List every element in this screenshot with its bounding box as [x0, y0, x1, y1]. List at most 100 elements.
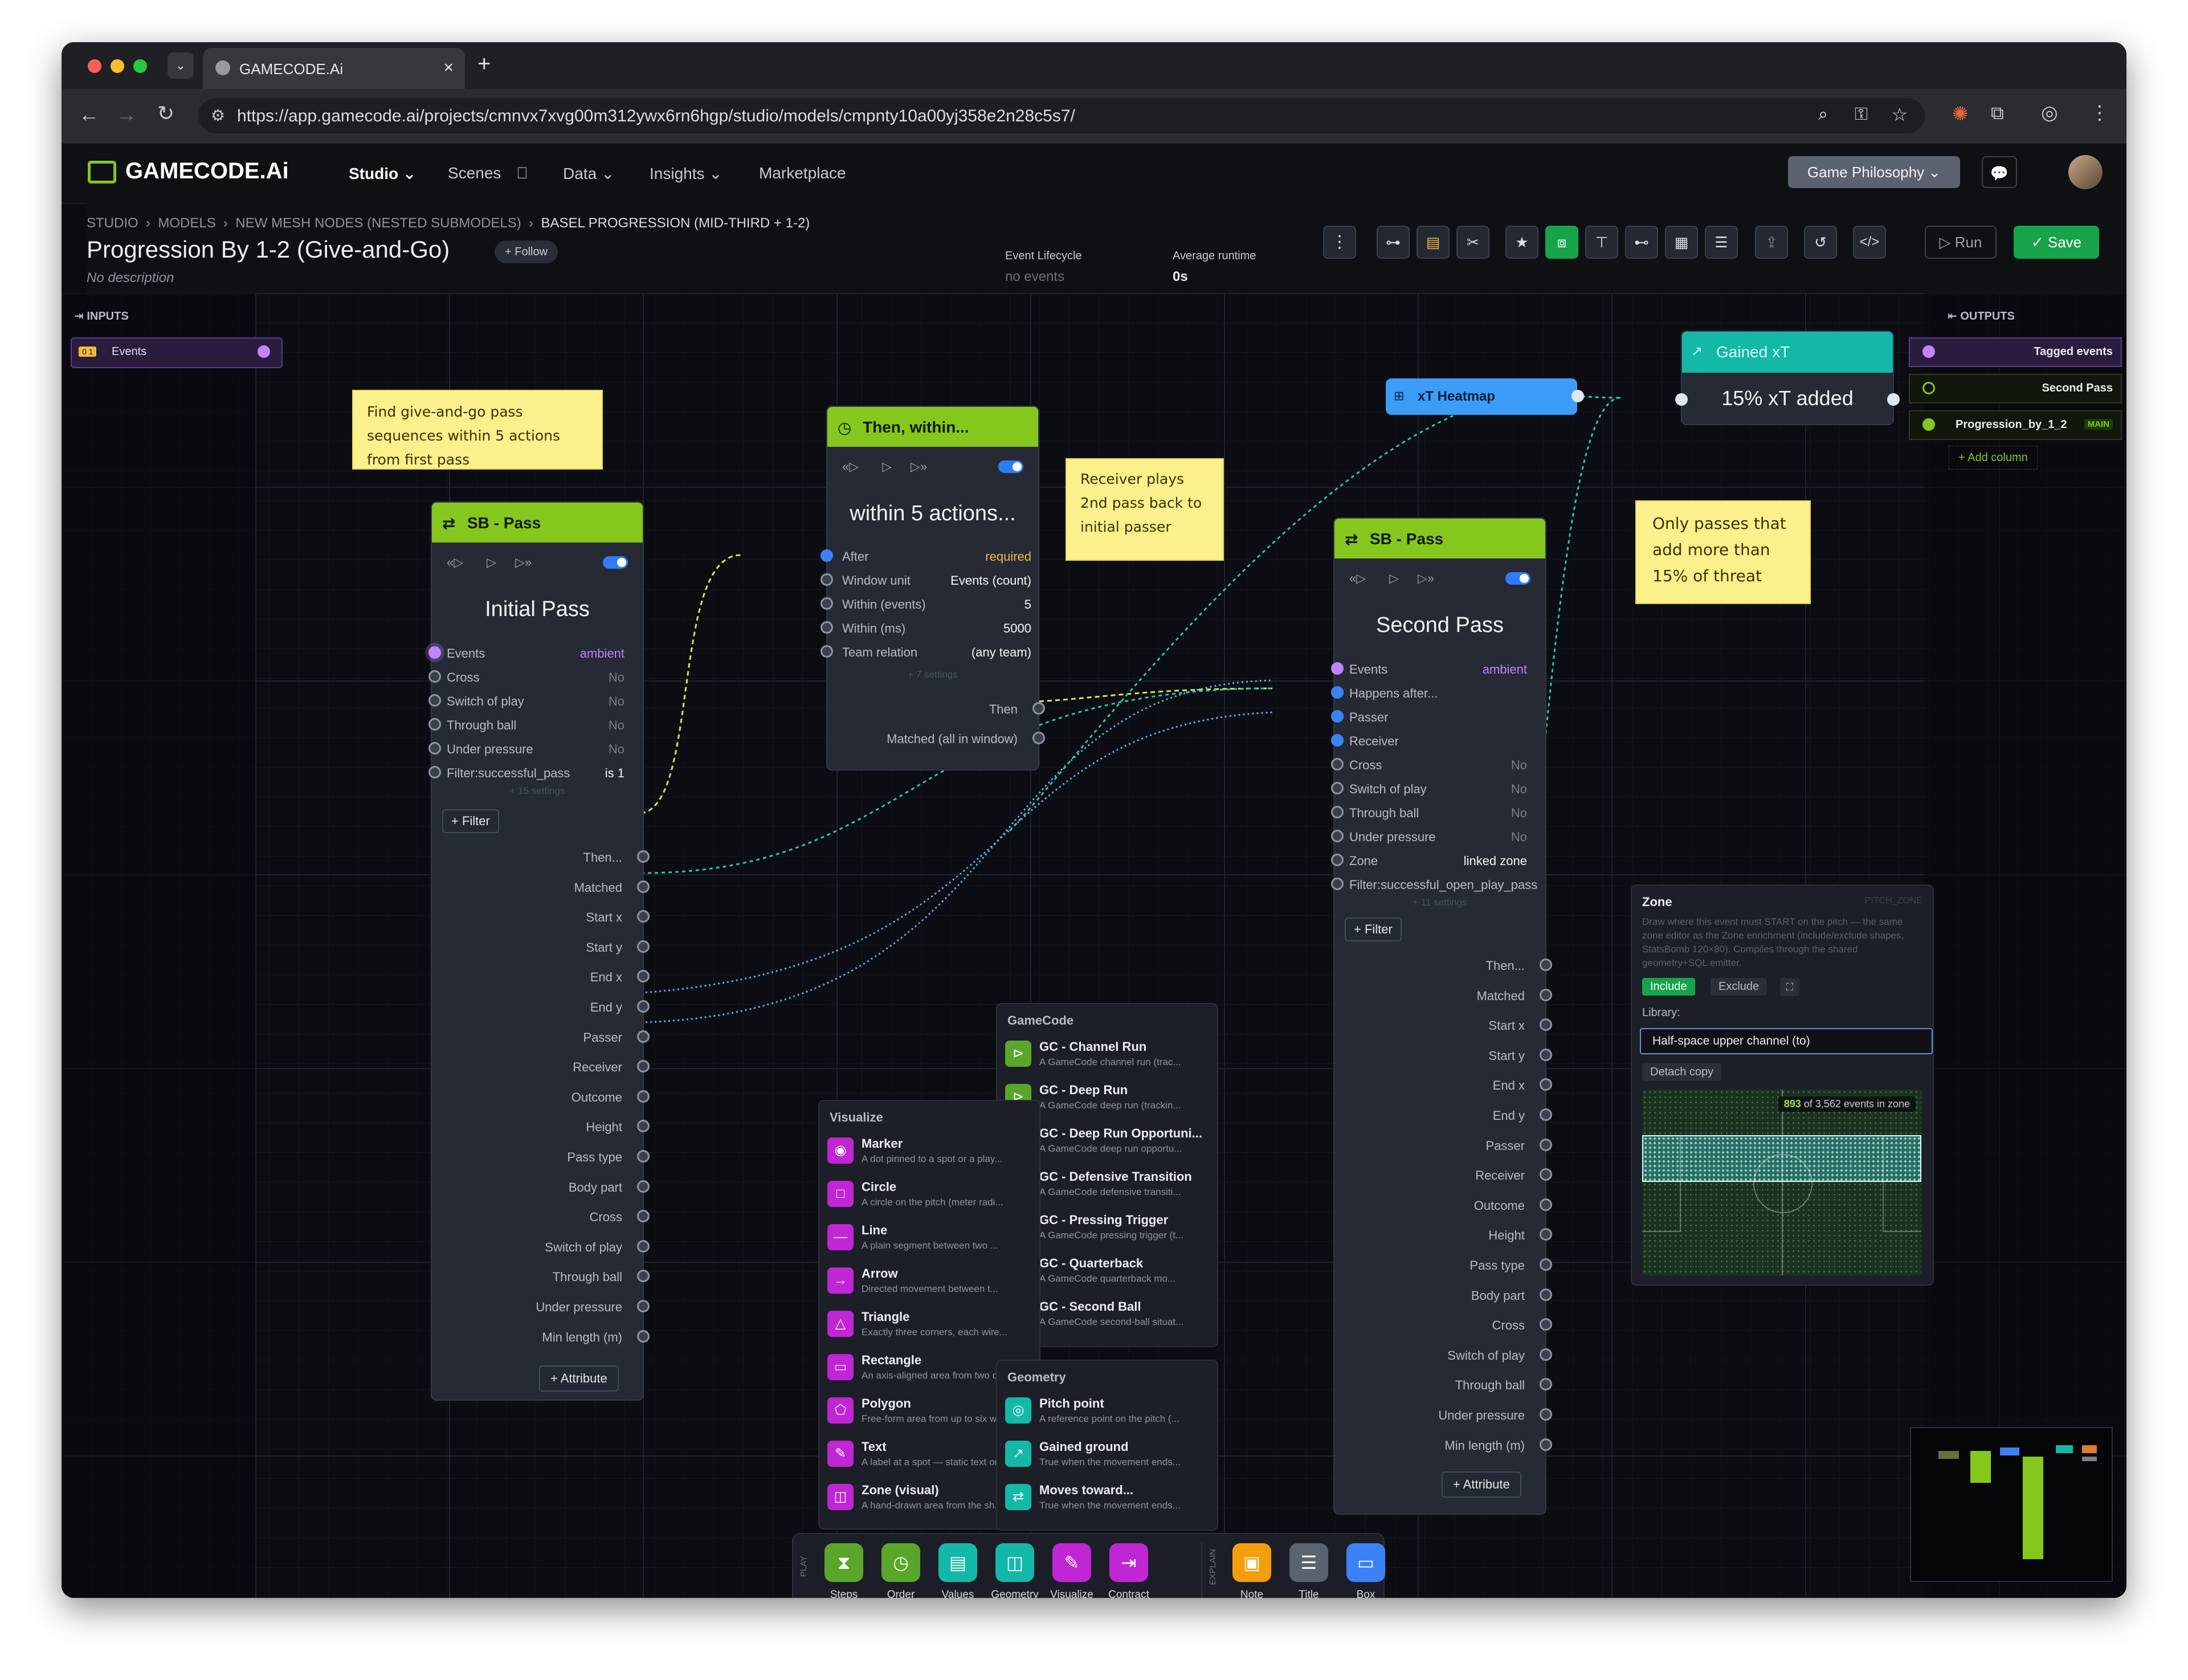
palette-item[interactable]: □ Circle A circle on the pitch (meter radi… — [819, 1176, 1039, 1216]
more-options-icon[interactable]: ⋮ — [1323, 226, 1356, 259]
minimap[interactable] — [1910, 1427, 2113, 1582]
node-icon[interactable]: ⊶ — [1377, 226, 1410, 259]
filter-port[interactable] — [1331, 710, 1344, 723]
graph-view-icon[interactable]: ⧈ — [1545, 226, 1578, 259]
palette-item[interactable]: △ Triangle Exactly three corners, each wir… — [819, 1306, 1039, 1346]
step-back-icon[interactable]: «▷ — [842, 459, 859, 474]
output-port[interactable] — [1540, 1108, 1552, 1121]
filter-row[interactable]: Switch of play No — [417, 688, 634, 712]
param-row[interactable]: After required — [820, 544, 1031, 568]
logo-text[interactable]: GAMECODE.Ai — [125, 158, 289, 184]
follow-button[interactable]: + Follow — [495, 240, 558, 263]
output-port[interactable] — [637, 1030, 650, 1043]
node-then-within[interactable]: ◷ Then, within... «▷ ▷ ▷» within 5 actio… — [820, 406, 1045, 770]
output-port[interactable] — [637, 1239, 650, 1253]
bookmark-icon[interactable]: ⎕ — [517, 164, 527, 183]
output-row[interactable]: Then... — [432, 845, 650, 868]
node-initial-toggle[interactable] — [603, 556, 628, 569]
output-port[interactable] — [637, 1060, 650, 1073]
filter-port[interactable] — [1331, 806, 1344, 818]
include-button[interactable]: Include — [1642, 978, 1695, 996]
filter-port[interactable] — [428, 670, 441, 683]
node-xt-heatmap[interactable]: ⊞ xT Heatmap — [1386, 378, 1584, 415]
filter-port[interactable] — [1331, 758, 1344, 770]
nav-scenes[interactable]: Scenes — [448, 164, 501, 182]
palette-item[interactable]: ↗ Gained ground True when the movement end… — [997, 1436, 1217, 1476]
palette-item[interactable]: ◉ Marker A dot pinned to a spot or a play.… — [819, 1133, 1039, 1173]
filter-port[interactable] — [1331, 662, 1344, 675]
output-row[interactable]: Height — [432, 1114, 650, 1138]
output-row[interactable]: End y — [432, 994, 650, 1018]
output-port[interactable] — [1540, 1378, 1552, 1391]
filter-row[interactable]: Receiver — [1320, 728, 1536, 752]
output-row[interactable]: Cross — [432, 1204, 650, 1228]
gained-xt-header[interactable]: ↗ Gained xT — [1682, 332, 1893, 373]
filter-port[interactable] — [428, 718, 441, 731]
filter-row[interactable]: Cross No — [1320, 752, 1536, 776]
output-row[interactable]: Switch of play — [1334, 1343, 1552, 1367]
history-icon[interactable]: ↺ — [1804, 226, 1837, 259]
filter-row[interactable]: Through ball No — [417, 712, 634, 736]
output-row[interactable]: Then... — [1334, 953, 1552, 977]
output-row[interactable]: Pass type — [432, 1144, 650, 1168]
zone-pitch-map[interactable]: 893 of 3,562 events in zone — [1642, 1090, 1921, 1275]
step-forward-icon[interactable]: ▷» — [515, 555, 532, 570]
output-port[interactable] — [637, 970, 650, 983]
grid-icon[interactable]: ▦ — [1665, 226, 1698, 259]
more-settings[interactable]: + 11 settings — [1334, 897, 1545, 908]
output-row[interactable]: Then — [827, 696, 1045, 720]
play-icon[interactable]: ▷ — [882, 459, 892, 474]
output-row[interactable]: Start x — [432, 904, 650, 928]
param-port[interactable] — [820, 645, 833, 658]
game-philosophy-button[interactable]: Game Philosophy ⌄ — [1788, 156, 1960, 188]
palette-item[interactable]: ⇄ Moves toward... True when the movement e… — [997, 1479, 1217, 1519]
output-row[interactable]: Passer — [1334, 1133, 1552, 1157]
then-port[interactable] — [1032, 702, 1045, 715]
filter-row[interactable]: Through ball No — [1320, 800, 1536, 824]
password-key-icon[interactable]: ⚿ — [1855, 105, 1868, 124]
output-row[interactable]: Through ball — [432, 1264, 650, 1288]
site-info-icon[interactable]: ⚙ — [211, 106, 225, 125]
node-within-toggle[interactable] — [998, 460, 1023, 473]
output-port[interactable] — [637, 1090, 650, 1103]
tools-icon[interactable]: ✂ — [1456, 226, 1489, 259]
output-row[interactable]: Under pressure — [432, 1294, 650, 1318]
note-threat-threshold[interactable]: Only passes that add more than 15% of th… — [1635, 500, 1811, 604]
node-within-header[interactable]: ◷ Then, within... — [827, 407, 1038, 447]
param-port[interactable] — [820, 573, 833, 586]
add-filter-button[interactable]: + Filter — [442, 809, 499, 833]
step-back-icon[interactable]: «▷ — [447, 555, 463, 570]
output-port[interactable] — [637, 1000, 650, 1013]
dock-tool[interactable]: ☰ Title — [1283, 1540, 1334, 1598]
param-row[interactable]: Within (events) 5 — [820, 592, 1031, 615]
output-port[interactable] — [1540, 1258, 1552, 1271]
nav-data[interactable]: Data ⌄ — [563, 164, 614, 183]
dock-tool[interactable]: ▤ Values — [932, 1540, 983, 1598]
output-row[interactable]: End x — [1334, 1073, 1552, 1096]
param-row[interactable]: Window unit Events (count) — [820, 568, 1031, 592]
browser-tab[interactable]: GAMECODE.Ai × — [203, 48, 465, 89]
output-port[interactable] — [637, 850, 650, 863]
filter-port[interactable] — [428, 742, 441, 755]
feedback-chat-icon[interactable]: 💬 — [1982, 156, 2017, 188]
node-initial-pass[interactable]: ⇄ SB - Pass «▷ ▷ ▷» Initial Pass Events a… — [428, 501, 650, 1401]
param-row[interactable]: Team relation (any team) — [820, 639, 1031, 663]
library-select[interactable]: Half-space upper channel (to) — [1640, 1028, 1933, 1054]
output-row[interactable]: Outcome — [1334, 1193, 1552, 1217]
param-row[interactable]: Within (ms) 5000 — [820, 615, 1031, 639]
filter-row[interactable]: Passer — [1320, 704, 1536, 728]
filter-port[interactable] — [428, 766, 441, 778]
output-port[interactable] — [1540, 1048, 1552, 1061]
url-field[interactable]: ⚙ https://app.gamecode.ai/projects/cmnvx… — [198, 98, 1925, 133]
dock-tool[interactable]: ◷ Order — [875, 1540, 926, 1598]
nav-marketplace[interactable]: Marketplace — [759, 164, 846, 182]
filter-row[interactable]: Happens after... — [1320, 680, 1536, 704]
detach-copy-button[interactable]: Detach copy — [1642, 1063, 1722, 1081]
heatmap-port[interactable] — [1571, 390, 1584, 402]
step-forward-icon[interactable]: ▷» — [1418, 571, 1434, 586]
dock-tool[interactable]: ▣ Note — [1226, 1540, 1277, 1598]
output-row[interactable]: Passer — [432, 1025, 650, 1049]
extension-spark-icon[interactable]: ✺ — [1952, 103, 1969, 125]
output-port[interactable] — [1540, 1348, 1552, 1361]
zoom-icon[interactable]: ⌕ — [1818, 105, 1828, 124]
